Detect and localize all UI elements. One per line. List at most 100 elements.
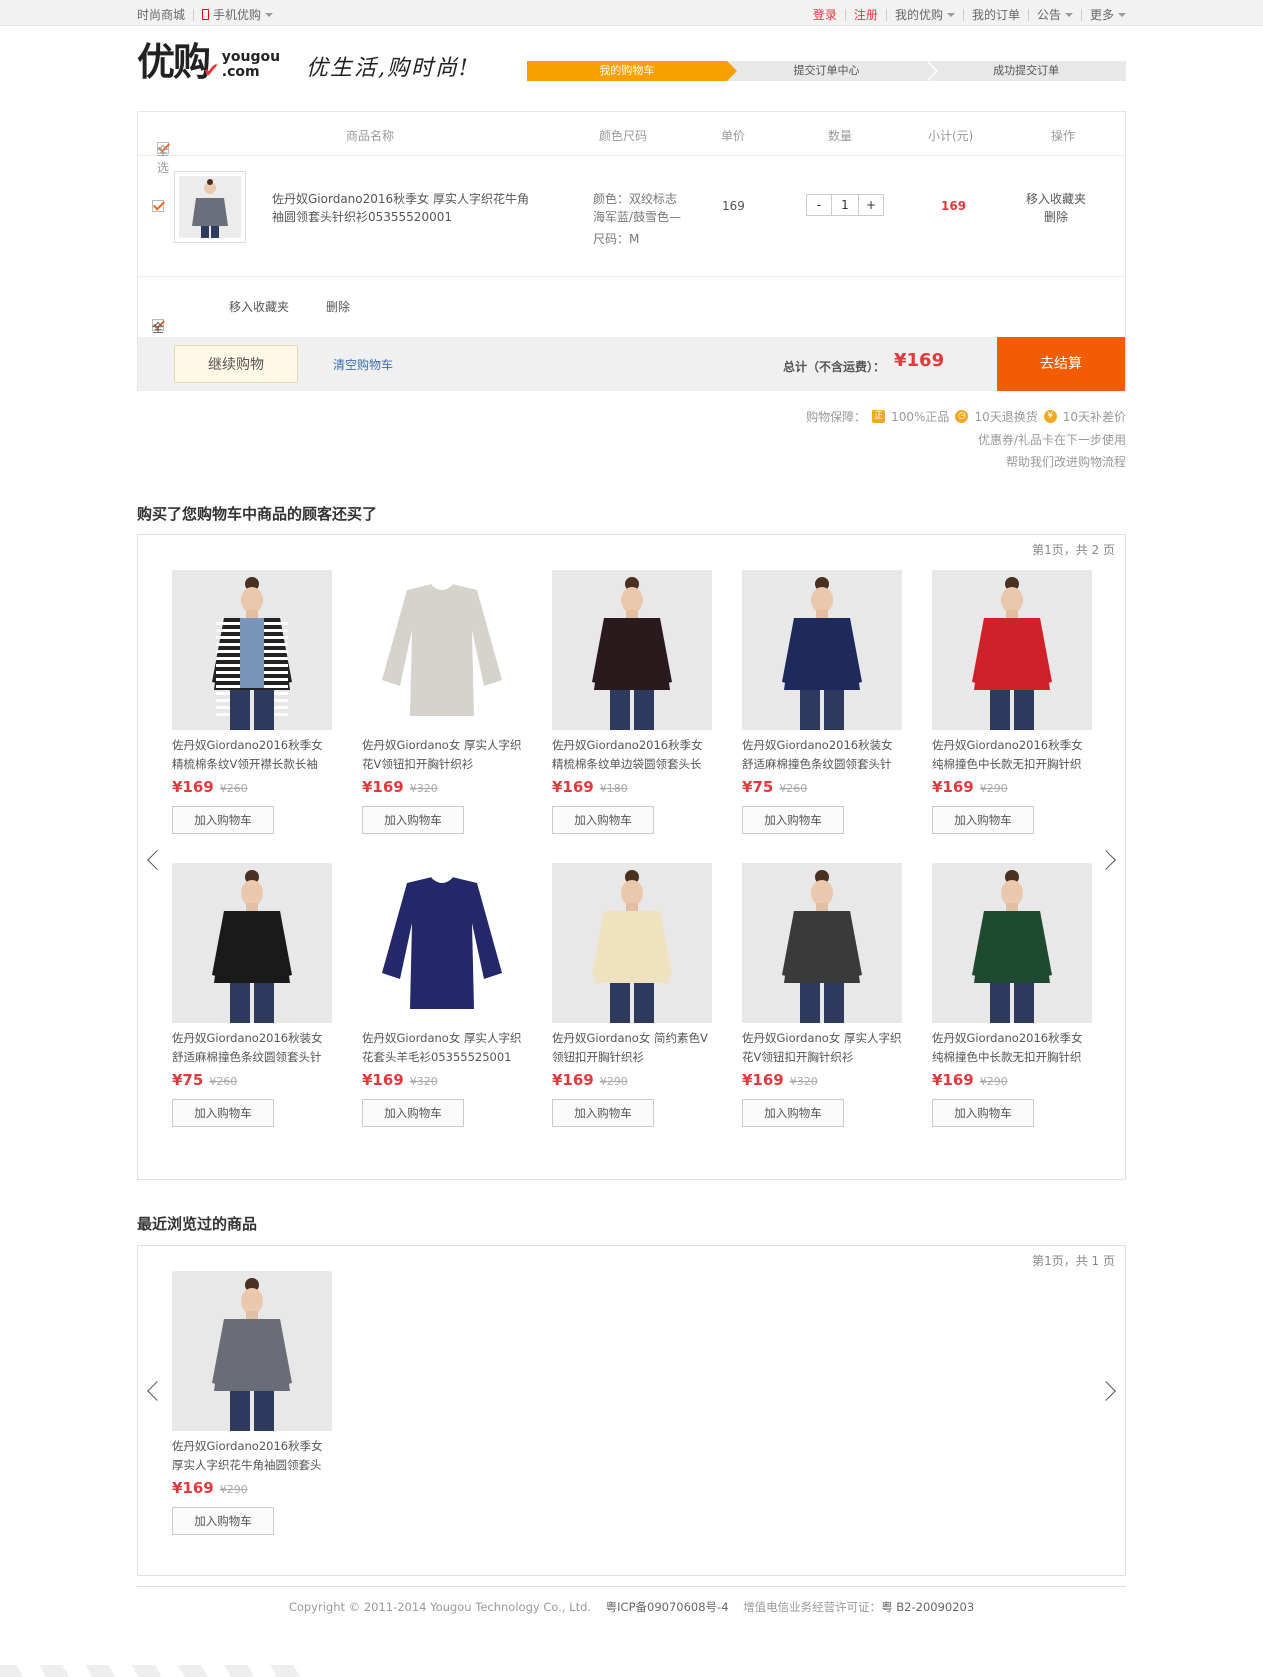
product-image[interactable] xyxy=(172,1271,332,1431)
login-link[interactable]: 登录 xyxy=(813,6,837,23)
delete-item-link[interactable]: 删除 xyxy=(1026,208,1086,226)
continue-shopping-button[interactable]: 继续购物 xyxy=(174,345,298,383)
col-color-size: 颜色尺码 xyxy=(599,129,648,143)
item-color: 颜色：双绞标志海军蓝/鼓雪色— xyxy=(593,192,682,224)
step-submit-order: 提交订单中心 xyxy=(726,61,938,81)
item-size: 尺码：M xyxy=(593,232,640,246)
product-image[interactable] xyxy=(932,863,1092,1023)
product-image[interactable] xyxy=(742,570,902,730)
clock-icon: ◷ xyxy=(955,410,969,423)
product-image[interactable] xyxy=(172,863,332,1023)
recent-title: 最近浏览过的商品 xyxy=(137,1215,258,1233)
divider xyxy=(844,8,846,21)
divider xyxy=(962,8,964,21)
site-logo[interactable]: 优购 ✔ yougou .com xyxy=(137,42,280,82)
product-price: ¥169 xyxy=(172,1479,214,1497)
checkout-button[interactable]: 去结算 xyxy=(997,337,1125,391)
add-to-cart-button[interactable]: 加入购物车 xyxy=(172,806,274,834)
product-name-link[interactable]: 佐丹奴Giordano2016秋季女 精梳棉条纹单边袋圆领套头长 xyxy=(552,736,712,774)
add-to-cart-button[interactable]: 加入购物车 xyxy=(362,1099,464,1127)
product-name-link[interactable]: 佐丹奴Giordano2016秋季女 纯棉撞色中长款无扣开胸针织 xyxy=(932,736,1092,774)
clear-cart-link[interactable]: 清空购物车 xyxy=(333,356,393,373)
add-to-cart-button[interactable]: 加入购物车 xyxy=(552,806,654,834)
product-name-link[interactable]: 佐丹奴Giordano2016秋季女 精梳棉条纹V领开襟长款长袖 xyxy=(172,736,332,774)
product-image[interactable] xyxy=(552,570,712,730)
add-to-cart-button[interactable]: 加入购物车 xyxy=(172,1507,274,1535)
cart-header: 全选 商品名称 颜色尺码 单价 数量 小计(元) 操作 xyxy=(138,112,1125,175)
add-to-cart-button[interactable]: 加入购物车 xyxy=(362,806,464,834)
add-to-cart-button[interactable]: 加入购物车 xyxy=(932,806,1034,834)
product-name-link[interactable]: 佐丹奴Giordano女 简约素色V领钮扣开胸针织衫 xyxy=(552,1029,712,1067)
batch-actions: 全选 移入收藏夹 删除 xyxy=(138,277,1125,352)
product-name-link[interactable]: 佐丹奴Giordano2016秋装女 舒适麻棉撞色条纹圆领套头针 xyxy=(742,736,902,774)
divider xyxy=(885,8,887,21)
item-actions: 移入收藏夹 删除 xyxy=(1026,190,1086,226)
product-card: 佐丹奴Giordano女 厚实人字织花V领钮扣开胸针织衫 ¥169 ¥320 加入购物… xyxy=(742,863,912,1127)
add-to-cart-button[interactable]: 加入购物车 xyxy=(932,1099,1034,1127)
step-order-success: 成功提交订单 xyxy=(926,61,1127,81)
pager: 第1页，共 2 页 xyxy=(1032,543,1115,557)
item-checkbox[interactable] xyxy=(152,200,164,212)
slogan: 优生活,购时尚! xyxy=(306,56,470,81)
col-product-name: 商品名称 xyxy=(346,129,395,143)
icp-number[interactable]: 粤ICP备09070608号-4 xyxy=(606,1600,729,1614)
item-name-link[interactable]: 佐丹奴Giordano2016秋季女 厚实人字织花牛角袖圆领套头针织衫05355… xyxy=(272,190,532,226)
top-bar: 时尚商城 手机优购 登录 注册 我的优购 我的订单 公告 更多 xyxy=(0,0,1263,26)
logo-domain: .com xyxy=(221,64,260,80)
move-to-favorites-link[interactable]: 移入收藏夹 xyxy=(1026,190,1086,208)
product-image[interactable] xyxy=(362,570,522,730)
qty-plus-button[interactable]: + xyxy=(859,195,883,215)
qty-minus-button[interactable]: - xyxy=(807,195,831,215)
register-link[interactable]: 注册 xyxy=(854,6,878,23)
product-prices: ¥169 ¥290 xyxy=(932,1071,1102,1089)
mobile-link-label: 手机优购 xyxy=(213,8,262,22)
product-name-link[interactable]: 佐丹奴Giordano女 厚实人字织花V领钮扣开胸针织衫 xyxy=(742,1029,902,1067)
more-menu[interactable]: 更多 xyxy=(1090,6,1126,23)
product-image[interactable] xyxy=(552,863,712,1023)
pager: 第1页，共 1 页 xyxy=(1032,1254,1115,1268)
prev-arrow-icon[interactable] xyxy=(147,850,167,870)
product-card: 佐丹奴Giordano2016秋季女 厚实人字织花牛角袖圆领套头 ¥169 ¥290… xyxy=(172,1271,342,1535)
product-prices: ¥169 ¥260 xyxy=(172,778,342,796)
product-image[interactable] xyxy=(362,863,522,1023)
product-name-link[interactable]: 佐丹奴Giordano女 厚实人字织花V领钮扣开胸针织衫 xyxy=(362,736,522,774)
chevron-down-icon xyxy=(946,13,955,17)
product-price: ¥169 xyxy=(552,1071,594,1089)
batch-delete-link[interactable]: 删除 xyxy=(326,298,350,315)
mobile-link[interactable]: 手机优购 xyxy=(202,6,274,23)
product-card: 佐丹奴Giordano2016秋季女 精梳棉条纹V领开襟长款长袖 ¥169 ¥260… xyxy=(172,570,342,834)
add-to-cart-button[interactable]: 加入购物车 xyxy=(172,1099,274,1127)
my-yougou-menu[interactable]: 我的优购 xyxy=(895,6,955,23)
qty-input[interactable]: 1 xyxy=(831,195,859,215)
product-image[interactable] xyxy=(742,863,902,1023)
prev-arrow-icon[interactable] xyxy=(147,1381,167,1401)
total-amount: ¥169 xyxy=(894,350,945,371)
product-image[interactable] xyxy=(172,570,332,730)
product-prices: ¥169 ¥290 xyxy=(932,778,1102,796)
feedback-link[interactable]: 帮助我们改进购物流程 xyxy=(1006,453,1126,470)
my-orders-link[interactable]: 我的订单 xyxy=(972,6,1020,23)
item-thumbnail[interactable] xyxy=(174,171,246,243)
product-original-price: ¥320 xyxy=(789,1075,818,1088)
footer-divider xyxy=(137,1586,1126,1587)
product-original-price: ¥260 xyxy=(779,782,808,795)
price-protect-icon: ¥ xyxy=(1043,410,1057,423)
product-image[interactable] xyxy=(932,570,1092,730)
add-to-cart-button[interactable]: 加入购物车 xyxy=(742,1099,844,1127)
product-name-link[interactable]: 佐丹奴Giordano女 厚实人字织花套头羊毛衫05355525001 xyxy=(362,1029,522,1067)
product-prices: ¥169 ¥290 xyxy=(552,1071,722,1089)
product-name-link[interactable]: 佐丹奴Giordano2016秋季女 厚实人字织花牛角袖圆领套头 xyxy=(172,1437,332,1475)
next-arrow-icon[interactable] xyxy=(1096,1381,1116,1401)
batch-favorite-link[interactable]: 移入收藏夹 xyxy=(229,298,289,315)
divider xyxy=(193,8,195,21)
fashion-mall-link[interactable]: 时尚商城 xyxy=(137,6,185,23)
cart-item-row: 佐丹奴Giordano2016秋季女 厚实人字织花牛角袖圆领套头针织衫05355… xyxy=(138,156,1125,277)
notice-menu[interactable]: 公告 xyxy=(1037,6,1073,23)
product-name-link[interactable]: 佐丹奴Giordano2016秋季女 纯棉撞色中长款无扣开胸针织 xyxy=(932,1029,1092,1067)
add-to-cart-button[interactable]: 加入购物车 xyxy=(552,1099,654,1127)
product-name-link[interactable]: 佐丹奴Giordano2016秋装女 舒适麻棉撞色条纹圆领套头针 xyxy=(172,1029,332,1067)
product-prices: ¥75 ¥260 xyxy=(172,1071,342,1089)
genuine-icon: 正 xyxy=(872,410,886,423)
product-prices: ¥169 ¥290 xyxy=(172,1479,342,1497)
add-to-cart-button[interactable]: 加入购物车 xyxy=(742,806,844,834)
